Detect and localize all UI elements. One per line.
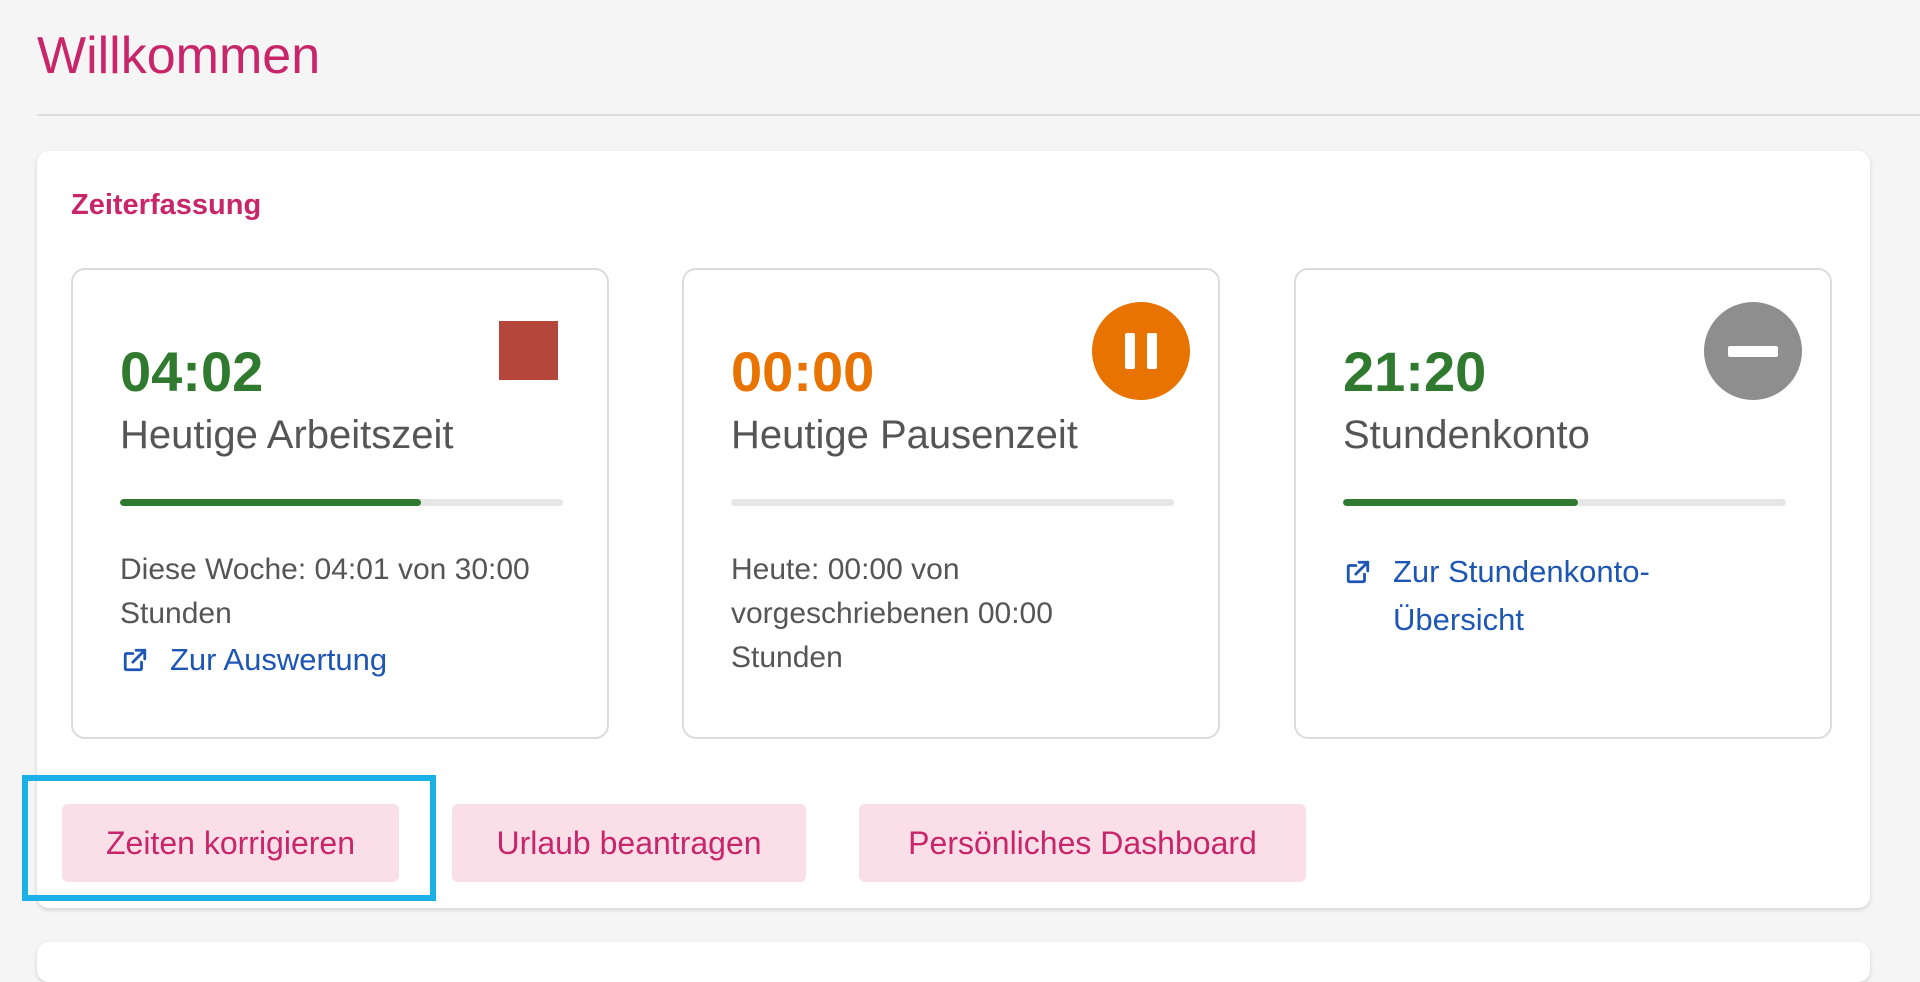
- correct-times-button[interactable]: Zeiten korrigieren: [62, 804, 399, 882]
- external-link-icon: [123, 648, 147, 672]
- break-time-value: 00:00: [731, 340, 875, 403]
- work-time-card: 04:02 Heutige Arbeitszeit Diese Woche: 0…: [71, 268, 609, 739]
- hours-account-label: Stundenkonto: [1343, 413, 1590, 457]
- work-time-progress: [120, 499, 563, 506]
- break-time-progress: [731, 499, 1174, 506]
- hours-account-info: Zur Stundenkonto-Übersicht: [1343, 548, 1793, 644]
- request-vacation-button[interactable]: Urlaub beantragen: [452, 804, 806, 882]
- break-time-card: 00:00 Heutige Pausenzeit Heute: 00:00 vo…: [682, 268, 1220, 739]
- break-time-label: Heutige Pausenzeit: [731, 413, 1078, 457]
- weekly-hours-text: Diese Woche: 04:01 von 30:00 Stunden: [120, 553, 530, 630]
- minus-icon: [1728, 345, 1778, 357]
- work-time-label: Heutige Arbeitszeit: [120, 413, 454, 457]
- pause-icon: [1125, 333, 1157, 369]
- stop-button[interactable]: [499, 321, 558, 380]
- hours-account-card: 21:20 Stundenkonto Zur Stundenkonto-Über…: [1294, 268, 1832, 739]
- hours-account-progress-fill: [1343, 499, 1578, 506]
- hours-account-progress: [1343, 499, 1786, 506]
- work-time-info: Diese Woche: 04:01 von 30:00 Stunden Zur…: [120, 548, 570, 684]
- hours-account-overview-link-label: Zur Stundenkonto-Übersicht: [1393, 554, 1650, 637]
- personal-dashboard-button[interactable]: Persönliches Dashboard: [859, 804, 1306, 882]
- page-title: Willkommen: [37, 27, 321, 85]
- next-panel: [37, 942, 1870, 982]
- evaluation-link-label: Zur Auswertung: [170, 642, 388, 677]
- external-link-icon: [1346, 560, 1370, 584]
- minus-button[interactable]: [1704, 302, 1802, 400]
- hours-account-value: 21:20: [1343, 340, 1487, 403]
- pause-button[interactable]: [1092, 302, 1190, 400]
- hours-account-overview-link[interactable]: Zur Stundenkonto-Übersicht: [1343, 548, 1683, 644]
- time-tracking-panel: Zeiterfassung 04:02 Heutige Arbeitszeit …: [37, 151, 1870, 908]
- work-time-progress-fill: [120, 499, 422, 506]
- title-divider: [37, 114, 1920, 116]
- break-time-info: Heute: 00:00 von vorgeschriebenen 00:00 …: [731, 548, 1181, 680]
- work-time-value: 04:02: [120, 340, 264, 403]
- required-break-text: Heute: 00:00 von vorgeschriebenen 00:00 …: [731, 553, 1053, 674]
- panel-heading: Zeiterfassung: [71, 189, 262, 221]
- evaluation-link[interactable]: Zur Auswertung: [120, 636, 570, 684]
